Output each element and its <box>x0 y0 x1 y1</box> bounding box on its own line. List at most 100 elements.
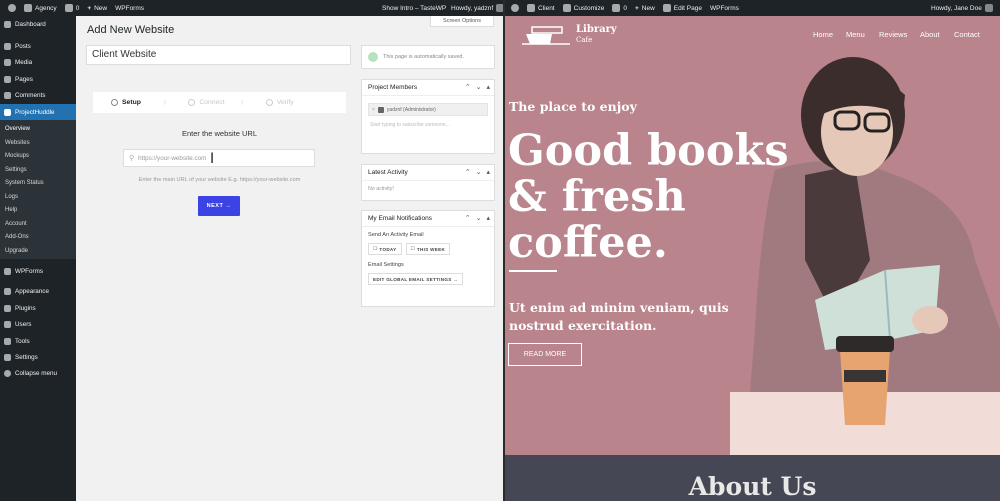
sidebar-item-settings[interactable]: Settings <box>0 349 76 365</box>
logo-text: Library <box>576 24 617 35</box>
sidebar-item-tools[interactable]: Tools <box>0 333 76 349</box>
members-search-input[interactable]: Start typing to subscribe someone... <box>362 119 494 134</box>
website-title-input[interactable]: Client Website <box>86 45 351 65</box>
pin-icon <box>4 43 11 51</box>
wp-logo-icon[interactable] <box>511 4 519 12</box>
home-icon <box>527 4 535 12</box>
chevron-down-icon[interactable]: ⌄ <box>476 168 482 176</box>
submenu-account[interactable]: Account <box>0 217 76 231</box>
sidebar-item-wpforms[interactable]: WPForms <box>0 263 76 279</box>
nav-contact[interactable]: Contact <box>954 30 980 39</box>
logo-subtext: Cafe <box>576 36 593 44</box>
setup-wizard-steps: Setup › Connect › Verify <box>93 92 346 113</box>
submenu-upgrade[interactable]: Upgrade <box>0 244 76 258</box>
chevron-up-icon[interactable]: ⌃ <box>465 83 471 91</box>
site-preview-pane: Client Customize 0 + New Edit Page WPForm… <box>505 0 1000 501</box>
submenu-logs[interactable]: Logs <box>0 190 76 204</box>
site-name-link[interactable]: Client <box>527 4 555 12</box>
chevron-up-icon[interactable]: ⌃ <box>465 214 471 222</box>
comments-link[interactable]: 0 <box>612 4 627 12</box>
submenu-websites[interactable]: Websites <box>0 136 76 150</box>
site-name-link[interactable]: Agency <box>24 4 57 12</box>
sidebar-item-media[interactable]: Media <box>0 55 76 71</box>
hero-subtitle: Ut enim ad minim veniam, quis nostrud ex… <box>509 300 729 333</box>
sidebar-item-dashboard[interactable]: Dashboard <box>0 16 76 32</box>
sidebar-item-users[interactable]: Users <box>0 317 76 333</box>
submenu-mockups[interactable]: Mockups <box>0 149 76 163</box>
collapse-menu-button[interactable]: Collapse menu <box>0 366 76 382</box>
brush-icon <box>4 288 11 296</box>
this-week-checkbox[interactable]: ☐ THIS WEEK <box>405 243 451 255</box>
settings-icon <box>4 353 11 361</box>
projecthuddle-icon <box>4 108 11 116</box>
website-url-input[interactable]: ⚲ https://your-website.com <box>123 149 315 167</box>
site-admin-bar: Client Customize 0 + New Edit Page WPForm… <box>505 0 1000 16</box>
screen-options-button[interactable]: Screen Options <box>430 16 494 27</box>
wp-logo-icon[interactable] <box>8 4 16 12</box>
comments-link[interactable]: 0 <box>64 4 79 12</box>
sidebar-item-pages[interactable]: Pages <box>0 71 76 87</box>
next-button[interactable]: NEXT → <box>198 196 240 216</box>
read-more-button[interactable]: READ MORE <box>508 343 582 366</box>
wpforms-link[interactable]: WPForms <box>115 5 144 12</box>
submenu-settings[interactable]: Settings <box>0 163 76 177</box>
wp-admin-pane: Agency 0 + New WPForms Show Intro – Taste… <box>0 0 505 501</box>
show-intro-link[interactable]: Show Intro – TasteWP <box>382 5 446 12</box>
sidebar-item-plugins[interactable]: Plugins <box>0 300 76 316</box>
radio-icon <box>188 99 196 106</box>
sidebar-item-comments[interactable]: Comments <box>0 88 76 104</box>
collapse-icon <box>4 370 11 378</box>
panel-title: Latest Activity <box>368 169 408 176</box>
nav-home[interactable]: Home <box>813 30 833 39</box>
sidebar-item-appearance[interactable]: Appearance <box>0 284 76 300</box>
admin-bar: Agency 0 + New WPForms Show Intro – Taste… <box>0 0 505 16</box>
submenu-add-ons[interactable]: Add-Ons <box>0 230 76 244</box>
link-icon: ⚲ <box>129 155 135 162</box>
caret-icon[interactable]: ▴ <box>486 214 490 222</box>
submenu-system-status[interactable]: System Status <box>0 176 76 190</box>
customize-link[interactable]: Customize <box>562 4 604 12</box>
plus-icon: + <box>87 4 92 12</box>
hero-title: Good books & fresh coffee. <box>508 126 789 268</box>
wpforms-link[interactable]: WPForms <box>710 5 739 12</box>
brush-icon <box>562 4 571 12</box>
sidebar-item-projecthuddle[interactable]: ProjectHuddle <box>0 103 76 121</box>
chevron-right-icon: › <box>240 97 244 108</box>
nav-menu[interactable]: Menu <box>846 30 865 39</box>
edit-global-email-button[interactable]: EDIT GLOBAL EMAIL SETTINGS → <box>368 273 464 285</box>
hero-kicker: The place to enjoy <box>509 99 637 114</box>
remove-icon[interactable]: × <box>372 107 375 113</box>
chevron-up-icon[interactable]: ⌃ <box>465 168 471 176</box>
url-help-text: Enter the main URL of your website E.g. … <box>138 177 301 183</box>
caret-icon[interactable]: ▴ <box>486 83 490 91</box>
step-verify[interactable]: Verify <box>248 99 332 106</box>
project-members-panel: Project Members ⌃ ⌄ ▴ × yadznf (Administrat… <box>361 79 495 154</box>
submenu-overview[interactable]: Overview <box>0 122 76 136</box>
chevron-down-icon[interactable]: ⌄ <box>476 214 482 222</box>
chevron-right-icon: › <box>163 97 167 108</box>
submenu-help[interactable]: Help <box>0 203 76 217</box>
user-icon <box>4 321 11 329</box>
url-prompt-label: Enter the website URL <box>181 129 258 138</box>
nav-reviews[interactable]: Reviews <box>879 30 907 39</box>
text-cursor-icon: Ⅰ <box>210 150 215 166</box>
page-icon <box>4 75 11 83</box>
edit-page-link[interactable]: Edit Page <box>662 4 702 12</box>
panel-title: My Email Notifications <box>368 215 432 222</box>
dashboard-icon <box>4 20 11 28</box>
avatar <box>377 106 384 113</box>
sidebar-item-posts[interactable]: Posts <box>0 38 76 54</box>
site-logo[interactable]: Library Cafe <box>522 24 617 46</box>
chevron-down-icon[interactable]: ⌄ <box>476 83 482 91</box>
plus-icon: + <box>634 4 639 12</box>
new-link[interactable]: + New <box>635 5 655 12</box>
pencil-icon <box>662 4 671 12</box>
account-link[interactable]: Howdy, yadznf <box>451 4 505 12</box>
member-chip[interactable]: × yadznf (Administrator) <box>368 103 488 116</box>
today-checkbox[interactable]: ☐ TODAY <box>368 243 402 255</box>
caret-icon[interactable]: ▴ <box>486 168 490 176</box>
checkbox-icon: ☐ <box>373 246 378 251</box>
new-link[interactable]: + New <box>87 5 107 12</box>
account-link[interactable]: Howdy, Jane Doe <box>931 4 993 12</box>
nav-about[interactable]: About <box>920 30 940 39</box>
